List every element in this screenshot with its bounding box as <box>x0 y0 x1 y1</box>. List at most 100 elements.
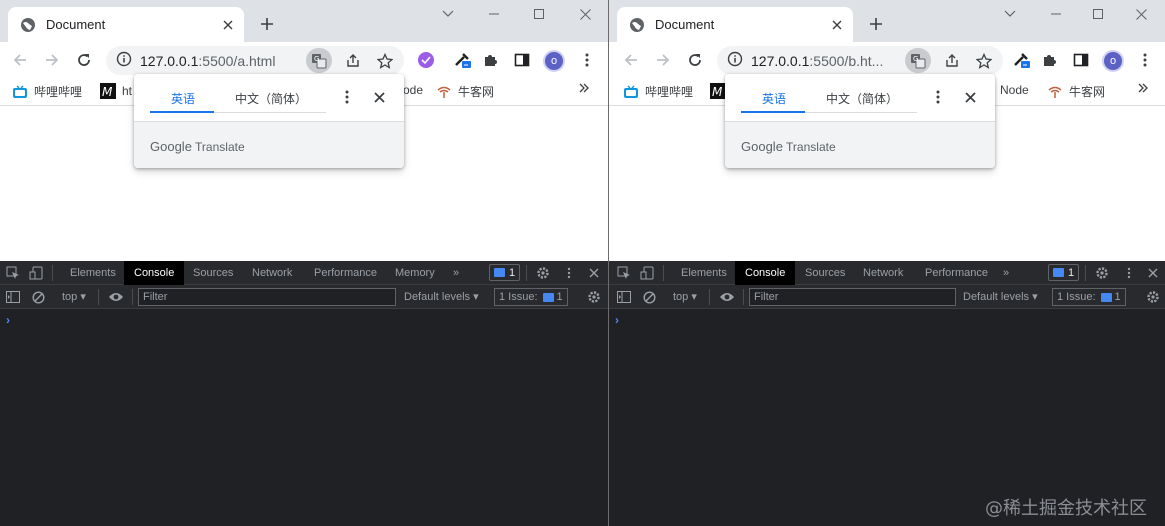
translate-close-icon[interactable] <box>370 88 388 106</box>
log-levels-dropdown[interactable]: Default levels ▾ <box>963 290 1038 303</box>
profile-avatar[interactable]: o <box>1102 50 1124 72</box>
bookmark-nowcoder[interactable]: 牛客网 <box>1047 83 1105 100</box>
tab-console[interactable]: Console <box>735 261 796 285</box>
log-levels-dropdown[interactable]: Default levels ▾ <box>404 290 479 303</box>
bookmark-m[interactable]: M ht <box>100 83 132 99</box>
tab-sources[interactable]: Sources <box>805 261 845 285</box>
side-panel-icon[interactable] <box>1067 46 1095 74</box>
more-tabs-icon[interactable]: » <box>453 261 459 285</box>
tab-network[interactable]: Network <box>252 261 292 285</box>
back-icon[interactable] <box>6 46 34 74</box>
sidebar-toggle-icon[interactable] <box>5 289 21 305</box>
menu-kebab-icon[interactable] <box>573 46 601 74</box>
devtools-menu-icon[interactable] <box>561 265 577 281</box>
minimize-icon[interactable] <box>1042 4 1070 24</box>
context-selector[interactable]: top ▾ <box>62 290 86 303</box>
share-icon[interactable] <box>340 48 366 73</box>
bookmark-star-icon[interactable] <box>372 48 398 73</box>
tab-search-icon[interactable] <box>434 4 462 24</box>
tab-close-icon[interactable] <box>829 17 845 33</box>
new-tab-button[interactable] <box>865 13 887 35</box>
eyedropper-extension-icon[interactable] <box>1007 46 1035 74</box>
maximize-icon[interactable] <box>525 4 553 24</box>
reload-icon[interactable] <box>681 46 709 74</box>
devtools-close-icon[interactable] <box>1145 265 1161 281</box>
clear-console-icon[interactable] <box>30 289 46 305</box>
extension-purple-icon[interactable] <box>412 46 440 74</box>
devtools-menu-icon[interactable] <box>1121 265 1137 281</box>
issues-badge[interactable]: 1 <box>1048 264 1080 281</box>
address-bar[interactable]: 127.0.0.1:5500/a.html G <box>106 46 404 75</box>
live-expression-eye-icon[interactable] <box>108 289 124 305</box>
tab-search-icon[interactable] <box>996 4 1024 24</box>
issues-counter[interactable]: 1 Issue: 1 <box>494 288 568 306</box>
sidebar-toggle-icon[interactable] <box>616 289 632 305</box>
translate-icon[interactable]: G <box>306 48 332 73</box>
translate-close-icon[interactable] <box>961 88 979 106</box>
reload-icon[interactable] <box>70 46 98 74</box>
translate-options-icon[interactable] <box>338 88 356 106</box>
extensions-puzzle-icon[interactable] <box>1035 46 1063 74</box>
browser-tab[interactable]: Document <box>8 7 244 42</box>
new-tab-button[interactable] <box>256 13 278 35</box>
bookmark-node[interactable]: Node <box>1000 83 1029 97</box>
issues-badge[interactable]: 1 <box>489 264 521 281</box>
tab-english[interactable]: 英语 <box>762 90 786 107</box>
info-icon[interactable] <box>116 51 132 70</box>
translate-icon[interactable]: G <box>905 48 931 73</box>
more-bookmarks-icon[interactable] <box>578 82 590 94</box>
profile-avatar[interactable]: o <box>543 50 565 72</box>
device-toolbar-icon[interactable] <box>28 265 44 281</box>
tab-performance[interactable]: Performance <box>925 261 988 285</box>
tab-chinese-simplified[interactable]: 中文（简体） <box>235 90 307 107</box>
close-window-icon[interactable] <box>571 4 599 24</box>
eyedropper-extension-icon[interactable] <box>448 46 476 74</box>
forward-icon[interactable] <box>649 46 677 74</box>
bookmark-nowcoder[interactable]: 牛客网 <box>436 83 494 100</box>
bookmark-star-icon[interactable] <box>971 48 997 73</box>
close-window-icon[interactable] <box>1127 4 1155 24</box>
bookmark-bilibili[interactable]: 哔哩哔哩 <box>623 83 693 100</box>
browser-tab[interactable]: Document <box>617 7 853 42</box>
context-selector[interactable]: top ▾ <box>673 290 697 303</box>
inspect-element-icon[interactable] <box>5 265 21 281</box>
console-settings-icon[interactable] <box>586 289 602 305</box>
extensions-puzzle-icon[interactable] <box>476 46 504 74</box>
tab-chinese-simplified[interactable]: 中文（简体） <box>826 90 898 107</box>
tab-elements[interactable]: Elements <box>681 261 727 285</box>
tab-elements[interactable]: Elements <box>70 261 116 285</box>
inspect-element-icon[interactable] <box>616 265 632 281</box>
issues-counter[interactable]: 1 Issue: 1 <box>1052 288 1126 306</box>
bookmark-bilibili[interactable]: 哔哩哔哩 <box>12 83 82 100</box>
console-prompt[interactable]: › <box>6 313 10 327</box>
translate-options-icon[interactable] <box>929 88 947 106</box>
filter-input[interactable]: Filter <box>749 288 956 306</box>
share-icon[interactable] <box>939 48 965 73</box>
minimize-icon[interactable] <box>480 4 508 24</box>
tab-console[interactable]: Console <box>124 261 185 285</box>
menu-kebab-icon[interactable] <box>1131 46 1159 74</box>
devtools-close-icon[interactable] <box>586 265 602 281</box>
tab-sources[interactable]: Sources <box>193 261 233 285</box>
console-prompt[interactable]: › <box>615 313 619 327</box>
back-icon[interactable] <box>617 46 645 74</box>
live-expression-eye-icon[interactable] <box>719 289 735 305</box>
tab-performance[interactable]: Performance <box>314 261 377 285</box>
forward-icon[interactable] <box>38 46 66 74</box>
filter-input[interactable]: Filter <box>138 288 396 306</box>
address-bar[interactable]: 127.0.0.1:5500/b.ht... G <box>717 46 1003 75</box>
clear-console-icon[interactable] <box>641 289 657 305</box>
tab-english[interactable]: 英语 <box>171 90 195 107</box>
settings-gear-icon[interactable] <box>1094 265 1110 281</box>
info-icon[interactable] <box>727 51 743 70</box>
settings-gear-icon[interactable] <box>535 265 551 281</box>
bookmark-node[interactable]: ode <box>403 83 423 97</box>
more-bookmarks-icon[interactable] <box>1137 82 1149 94</box>
maximize-icon[interactable] <box>1084 4 1112 24</box>
tab-close-icon[interactable] <box>220 17 236 33</box>
more-tabs-icon[interactable]: » <box>1003 261 1009 285</box>
device-toolbar-icon[interactable] <box>639 265 655 281</box>
tab-memory[interactable]: Memory <box>395 261 435 285</box>
side-panel-icon[interactable] <box>508 46 536 74</box>
tab-network[interactable]: Network <box>863 261 903 285</box>
